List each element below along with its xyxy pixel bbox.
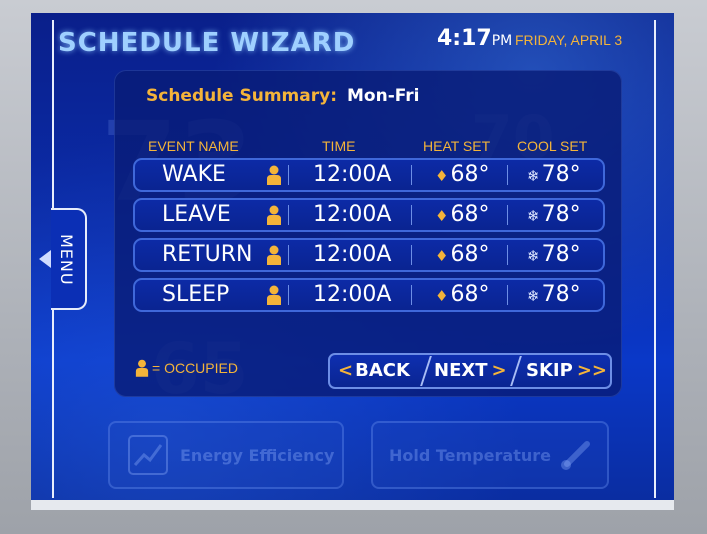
event-row-sleep[interactable]: SLEEP 12:00A ♦68° ❄78°	[133, 278, 605, 312]
divider	[507, 165, 508, 185]
column-header-heat-set: HEAT SET	[423, 138, 491, 154]
hold-temperature-label: Hold Temperature	[389, 445, 551, 465]
column-header-cool-set: COOL SET	[517, 138, 588, 154]
event-name: SLEEP	[162, 282, 230, 307]
person-icon	[267, 285, 281, 305]
bottom-bezel-strip	[31, 500, 674, 510]
divider	[507, 285, 508, 305]
schedule-summary-panel	[114, 70, 622, 397]
menu-tab[interactable]: MENU	[39, 208, 87, 310]
person-icon	[267, 165, 281, 185]
nav-separator	[420, 356, 432, 386]
clock-ampm: PM	[491, 33, 513, 49]
column-header-event-name: EVENT NAME	[148, 138, 239, 154]
divider	[288, 205, 289, 225]
event-row-wake[interactable]: WAKE 12:00A ♦68° ❄78°	[133, 158, 605, 192]
snowflake-icon: ❄	[527, 167, 540, 185]
snowflake-icon: ❄	[527, 287, 540, 305]
divider	[507, 245, 508, 265]
skip-button[interactable]: SKIP >>	[526, 355, 607, 387]
divider	[411, 205, 412, 225]
divider	[411, 165, 412, 185]
flame-icon: ♦	[435, 207, 449, 225]
event-row-leave[interactable]: LEAVE 12:00A ♦68° ❄78°	[133, 198, 605, 232]
snowflake-icon: ❄	[527, 247, 540, 265]
frame-line-right	[654, 20, 656, 498]
snowflake-icon: ❄	[527, 207, 540, 225]
divider	[507, 205, 508, 225]
heat-value: 68°	[450, 242, 490, 267]
event-heat-set: ♦68°	[435, 202, 489, 229]
event-name: WAKE	[162, 162, 226, 187]
clock: 4:17PM	[437, 26, 512, 51]
page-title: SCHEDULE WIZARD	[58, 28, 356, 58]
thermometer-icon	[560, 441, 590, 470]
event-cool-set: ❄78°	[527, 282, 581, 309]
back-label: BACK	[355, 360, 410, 381]
event-time: 12:00A	[313, 162, 392, 187]
event-time: 12:00A	[313, 282, 392, 307]
skip-label: SKIP	[526, 360, 573, 381]
divider	[288, 245, 289, 265]
flame-icon: ♦	[435, 167, 449, 185]
skip-arrow: >>	[576, 360, 607, 381]
divider	[411, 245, 412, 265]
divider	[288, 285, 289, 305]
cool-value: 78°	[541, 162, 581, 187]
heat-value: 68°	[450, 162, 490, 187]
energy-efficiency-button: Energy Efficiency	[108, 421, 344, 489]
event-cool-set: ❄78°	[527, 202, 581, 229]
person-icon	[135, 359, 149, 377]
menu-arrow-icon	[39, 250, 51, 268]
summary-label: Schedule Summary:	[146, 86, 338, 106]
divider	[411, 285, 412, 305]
event-name: LEAVE	[162, 202, 231, 227]
event-name: RETURN	[162, 242, 253, 267]
hold-temperature-button: Hold Temperature	[371, 421, 609, 489]
event-heat-set: ♦68°	[435, 282, 489, 309]
back-arrow: <	[338, 360, 354, 381]
date-label: FRIDAY, APRIL 3	[515, 32, 623, 48]
wizard-nav-bar: < BACK NEXT > SKIP >>	[328, 353, 612, 389]
column-header-time: TIME	[322, 138, 356, 154]
cool-value: 78°	[541, 282, 581, 307]
person-icon	[267, 245, 281, 265]
event-time: 12:00A	[313, 202, 392, 227]
flame-icon: ♦	[435, 247, 449, 265]
legend-text: = OCCUPIED	[152, 360, 238, 376]
nav-separator	[510, 356, 522, 386]
cool-value: 78°	[541, 242, 581, 267]
clock-time: 4:17	[437, 26, 492, 51]
menu-tab-label: MENU	[57, 234, 76, 286]
person-icon	[267, 205, 281, 225]
occupied-legend: = OCCUPIED	[135, 359, 238, 377]
event-cool-set: ❄78°	[527, 242, 581, 269]
flame-icon: ♦	[435, 287, 449, 305]
event-cool-set: ❄78°	[527, 162, 581, 189]
event-time: 12:00A	[313, 242, 392, 267]
next-button[interactable]: NEXT >	[434, 355, 507, 387]
cool-value: 78°	[541, 202, 581, 227]
energy-efficiency-label: Energy Efficiency	[180, 445, 335, 465]
event-heat-set: ♦68°	[435, 162, 489, 189]
next-arrow: >	[491, 360, 507, 381]
chart-icon	[128, 435, 168, 475]
summary-value: Mon-Fri	[347, 86, 420, 106]
event-heat-set: ♦68°	[435, 242, 489, 269]
event-row-return[interactable]: RETURN 12:00A ♦68° ❄78°	[133, 238, 605, 272]
heat-value: 68°	[450, 282, 490, 307]
heat-value: 68°	[450, 202, 490, 227]
divider	[288, 165, 289, 185]
back-button[interactable]: < BACK	[338, 355, 410, 387]
next-label: NEXT	[434, 360, 488, 381]
